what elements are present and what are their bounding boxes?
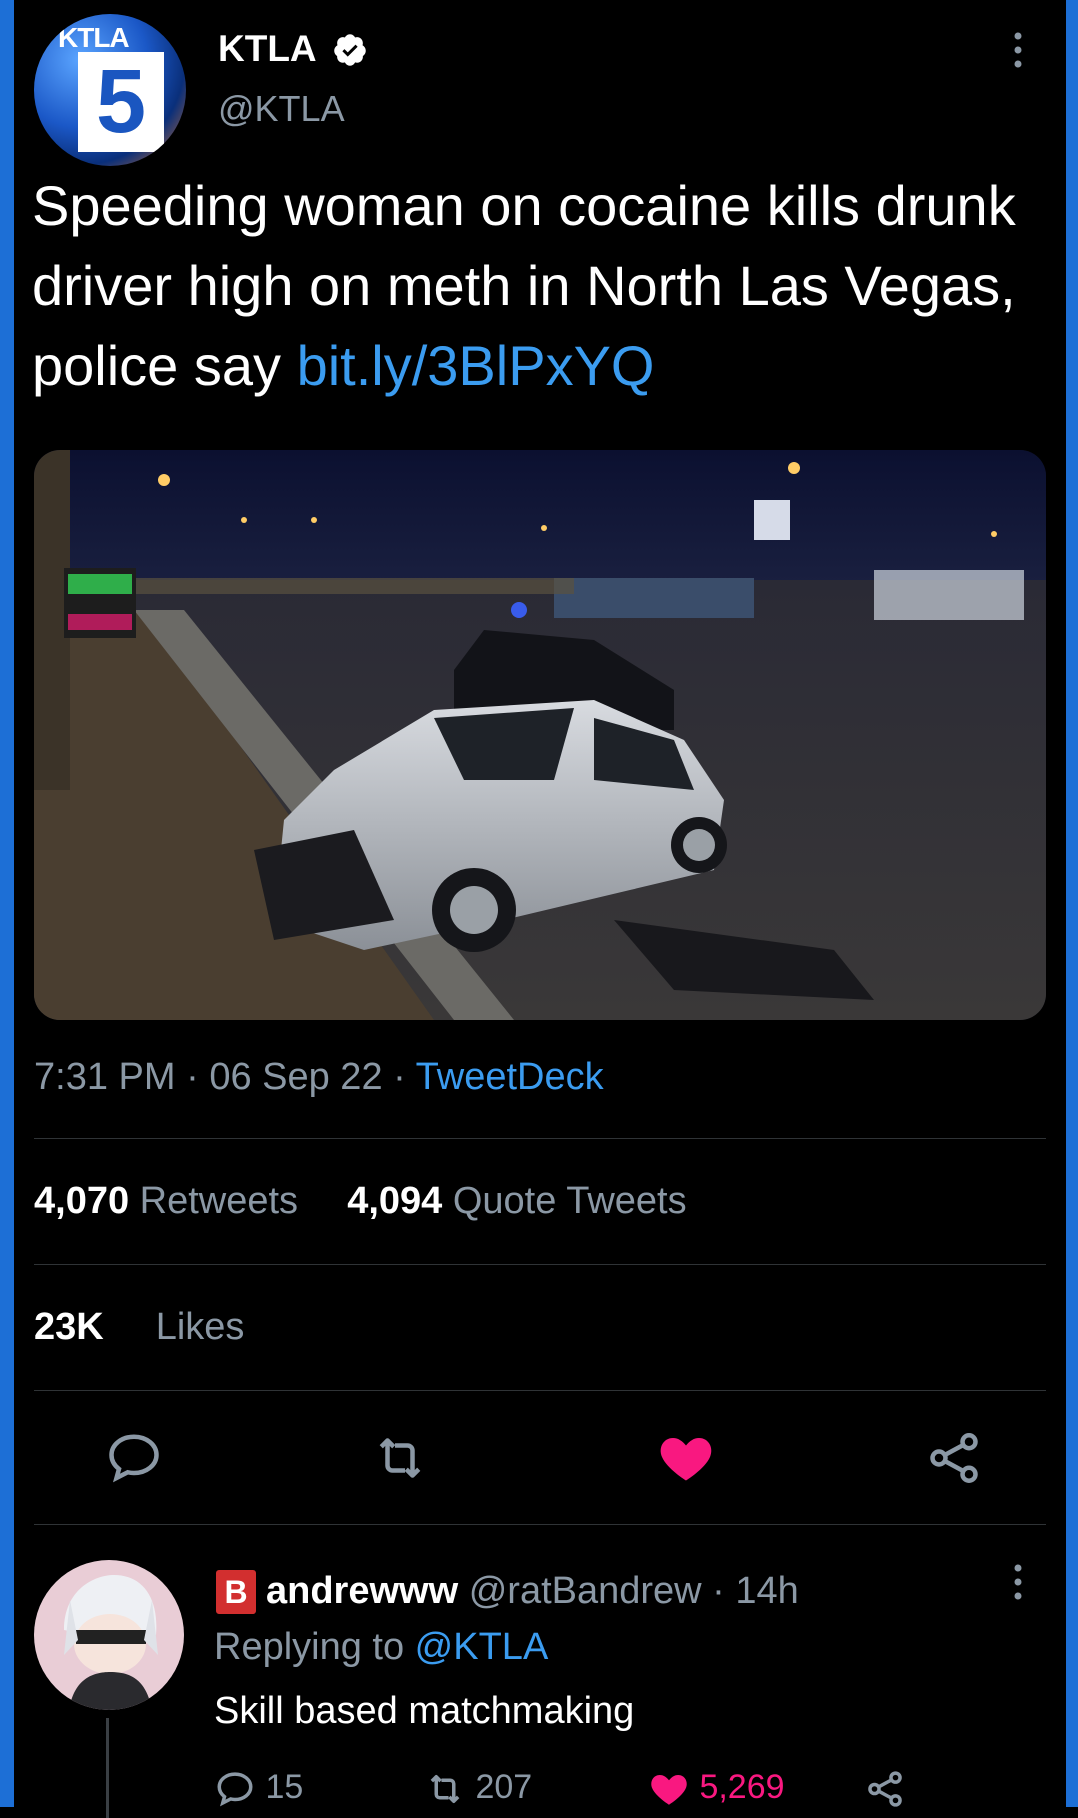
replying-to: Replying to @KTLA (214, 1626, 548, 1669)
reply-reply-button[interactable]: 15 (214, 1768, 303, 1810)
tweet-text: Speeding woman on cocaine kills drunk dr… (32, 166, 1062, 406)
replying-prefix: Replying to (214, 1626, 415, 1668)
tweet-date[interactable]: 06 Sep 22 (209, 1056, 382, 1098)
likes-count: 23K (34, 1306, 104, 1348)
more-icon[interactable] (1012, 30, 1024, 70)
avatar-brand: KTLA (58, 22, 130, 53)
reply-icon[interactable] (104, 1428, 164, 1488)
tweet-view: KTLA 5 KTLA @KTLA Speeding woman on coca… (14, 0, 1066, 1818)
tweet-client[interactable]: TweetDeck (416, 1056, 604, 1098)
heart-icon[interactable] (656, 1428, 716, 1488)
author-avatar[interactable]: KTLA 5 (34, 14, 186, 166)
reply-share-button[interactable] (864, 1768, 906, 1810)
tweet-link[interactable]: bit.ly/3BlPxYQ (297, 334, 655, 397)
retweet-icon[interactable] (370, 1428, 430, 1488)
reply-retweet-button[interactable]: 207 (424, 1768, 532, 1810)
reply-time[interactable]: 14h (735, 1570, 798, 1612)
share-icon (868, 1771, 902, 1807)
right-edge (1066, 0, 1078, 1807)
retweets-link[interactable]: 4,070 Retweets (34, 1180, 298, 1222)
avatar-number: 5 (78, 52, 164, 152)
reply-like-button[interactable]: 5,269 (648, 1768, 785, 1810)
replying-to-handle[interactable]: @KTLA (415, 1626, 549, 1668)
reply-text: Skill based matchmaking (214, 1690, 635, 1732)
divider (34, 1524, 1046, 1525)
tweet-photo[interactable] (34, 450, 1046, 1020)
meta-separator: · (382, 1056, 416, 1098)
divider (34, 1138, 1046, 1139)
reply-avatar[interactable] (34, 1560, 184, 1710)
reply-header: andrewww @ratBandrew · 14h (266, 1570, 799, 1613)
share-icon[interactable] (924, 1428, 984, 1488)
reply-display-name[interactable]: andrewww (266, 1570, 458, 1612)
tweet-meta: 7:31 PM · 06 Sep 22 · TweetDeck (34, 1056, 604, 1099)
heart-icon (651, 1775, 687, 1805)
reply-reply-count: 15 (265, 1768, 304, 1806)
reply-avatar-image (64, 1575, 158, 1710)
thread-line (106, 1718, 109, 1818)
divider (34, 1264, 1046, 1265)
reply-badge: B (216, 1570, 256, 1614)
quotes-count: 4,094 (347, 1180, 443, 1222)
reply-handle[interactable]: @ratBandrew (469, 1570, 702, 1612)
reply-like-count: 5,269 (699, 1768, 785, 1806)
quotes-label: Quote Tweets (452, 1180, 687, 1222)
likes-link[interactable]: 23K Likes (34, 1306, 244, 1349)
author-display-name[interactable]: KTLA (218, 28, 317, 70)
left-edge (0, 0, 14, 1807)
retweets-label: Retweets (139, 1180, 299, 1222)
crash-scene-image (34, 450, 1046, 1020)
likes-label: Likes (155, 1306, 245, 1348)
retweet-stats: 4,070 Retweets 4,094 Quote Tweets (34, 1180, 687, 1223)
retweets-count: 4,070 (34, 1180, 130, 1222)
divider (34, 1390, 1046, 1391)
more-icon[interactable] (1012, 1562, 1024, 1602)
tweet-time[interactable]: 7:31 PM (34, 1056, 176, 1098)
verified-badge-icon (334, 34, 366, 66)
reply-time-separator: · (701, 1570, 736, 1612)
reply-retweet-count: 207 (475, 1768, 533, 1806)
author-handle[interactable]: @KTLA (218, 88, 345, 130)
reply-icon (217, 1772, 253, 1807)
retweet-icon (430, 1775, 460, 1804)
meta-separator: · (175, 1056, 210, 1098)
quotes-link[interactable]: 4,094 Quote Tweets (347, 1180, 686, 1222)
